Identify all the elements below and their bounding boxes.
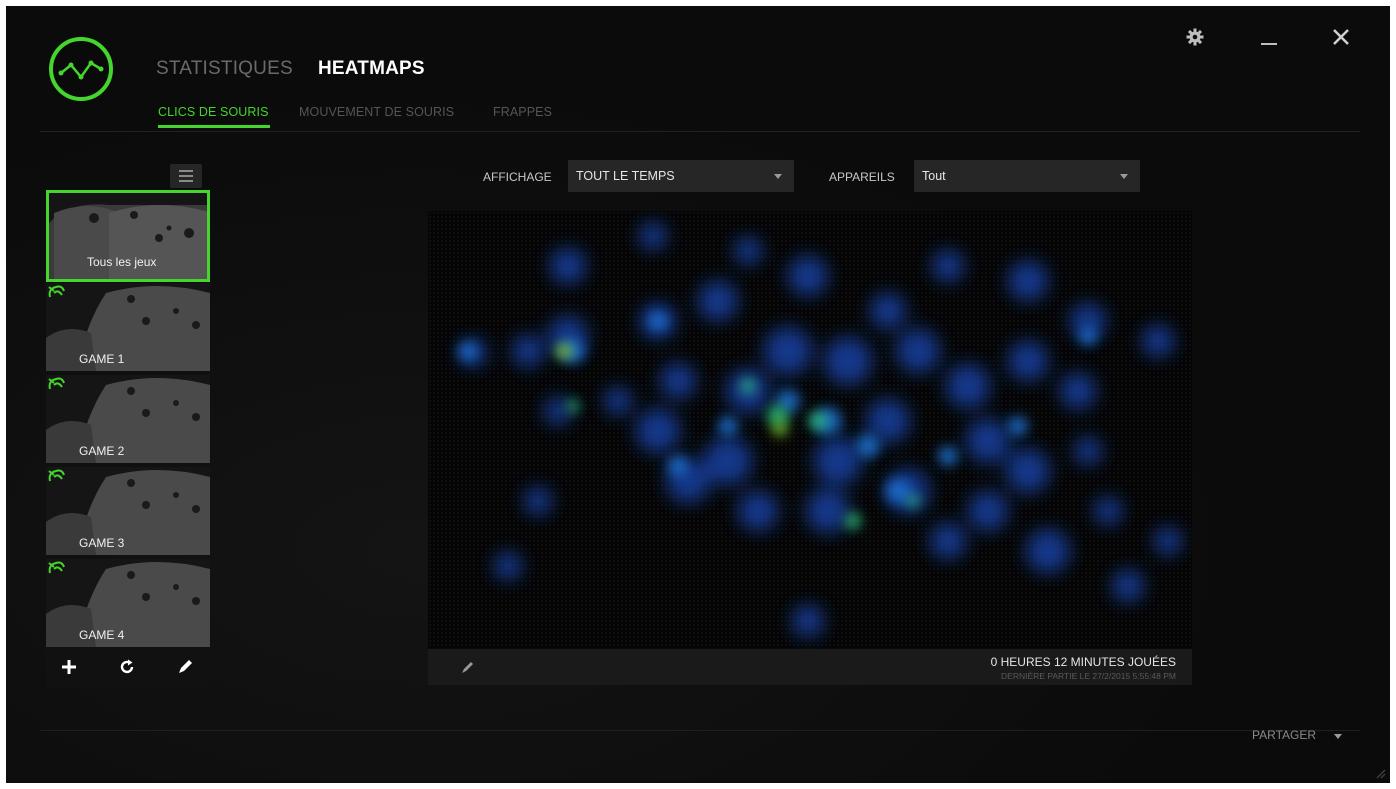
display-label: AFFICHAGE [483, 170, 552, 184]
refresh-icon [120, 659, 134, 674]
game-item-all[interactable]: Tous les jeux [46, 190, 210, 282]
last-played: DERNIÈRE PARTIE LE 27/2/2015 5:55:48 PM [1001, 671, 1176, 681]
razer-snake-icon [48, 561, 65, 574]
heatmap-info-bar: 0 HEURES 12 MINUTES JOUÉES DERNIÈRE PART… [428, 649, 1192, 685]
settings-button[interactable] [1182, 24, 1208, 50]
subtab-frappes[interactable]: FRAPPES [493, 105, 552, 119]
subtab-clics-de-souris[interactable]: CLICS DE SOURIS [158, 105, 269, 119]
chevron-down-icon [1120, 174, 1128, 179]
active-subtab-indicator [158, 125, 270, 128]
hamburger-icon [179, 170, 193, 182]
game-label: GAME 2 [79, 444, 125, 458]
footer-divider [40, 730, 1360, 731]
game-item-2[interactable]: GAME 2 [46, 375, 210, 463]
game-label: GAME 4 [79, 628, 125, 642]
pencil-icon[interactable] [460, 659, 476, 675]
close-icon [1333, 29, 1349, 45]
header-divider [40, 131, 1360, 132]
minimize-button[interactable] [1256, 24, 1282, 50]
gamepad-thumbnail [46, 378, 210, 463]
close-button[interactable] [1328, 24, 1354, 50]
game-label: Tous les jeux [87, 255, 157, 269]
plus-icon [62, 660, 76, 674]
click-heatmap [428, 211, 1192, 651]
share-button[interactable]: PARTAGER [1252, 726, 1352, 746]
razer-stats-logo [49, 37, 113, 101]
razer-snake-icon [48, 285, 65, 298]
gamepad-thumbnail [46, 470, 210, 555]
devices-dropdown[interactable]: Tout [914, 160, 1140, 192]
played-time: 0 HEURES 12 MINUTES JOUÉES [990, 655, 1176, 669]
game-item-4[interactable]: GAME 4 [46, 559, 210, 647]
display-dropdown[interactable]: TOUT LE TEMPS [568, 160, 794, 192]
gear-icon [1186, 28, 1204, 46]
subtab-mouvement-de-souris[interactable]: MOUVEMENT DE SOURIS [299, 105, 454, 119]
gamepad-thumbnail [46, 562, 210, 647]
gamepad-thumbnail [46, 286, 210, 371]
tab-heatmaps[interactable]: HEATMAPS [318, 58, 425, 80]
minimize-icon [1261, 43, 1277, 45]
add-game-button[interactable] [60, 658, 78, 676]
heatmap-canvas [428, 211, 1192, 651]
refresh-button[interactable] [118, 658, 136, 676]
game-label: GAME 3 [79, 536, 125, 550]
devices-value: Tout [922, 169, 946, 183]
sidebar-menu-button[interactable] [170, 164, 202, 188]
tab-statistiques[interactable]: STATISTIQUES [156, 58, 293, 80]
game-item-3[interactable]: GAME 3 [46, 467, 210, 555]
game-label: GAME 1 [79, 352, 125, 366]
share-label: PARTAGER [1252, 728, 1317, 742]
resize-grip-icon[interactable] [1374, 767, 1386, 779]
razer-snake-icon [48, 377, 65, 390]
chevron-down-icon [1334, 734, 1342, 739]
game-item-1[interactable]: GAME 1 [46, 283, 210, 371]
chevron-down-icon [774, 174, 782, 179]
devices-label: APPAREILS [829, 170, 895, 184]
pencil-icon [179, 660, 192, 673]
app-window: STATISTIQUES HEATMAPS CLICS DE SOURIS MO… [6, 6, 1390, 783]
edit-game-button[interactable] [176, 658, 194, 676]
display-value: TOUT LE TEMPS [576, 169, 675, 183]
razer-snake-icon [48, 469, 65, 482]
